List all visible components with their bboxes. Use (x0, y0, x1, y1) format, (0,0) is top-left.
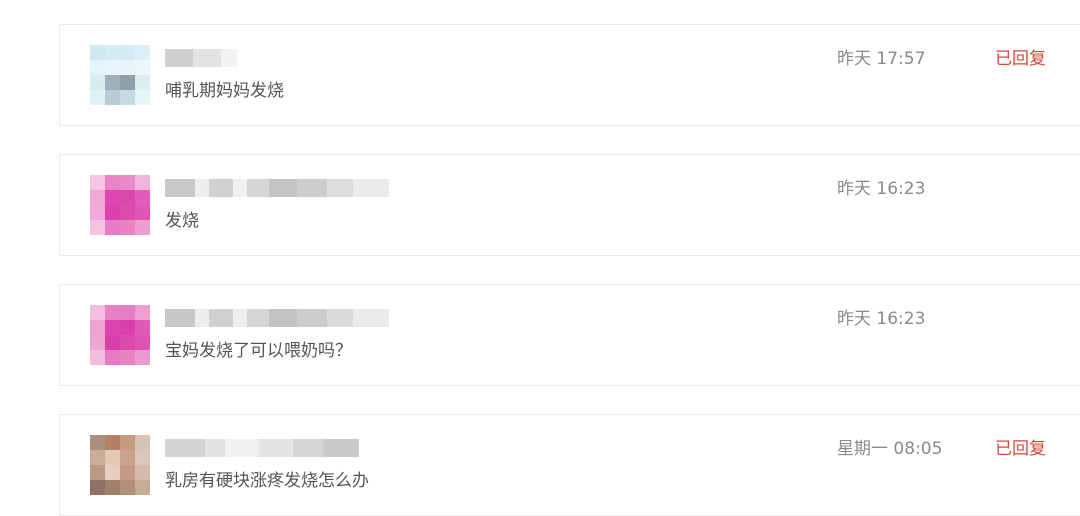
message-time: 星期一 08:05 (837, 439, 943, 459)
message-time: 昨天 17:57 (837, 49, 926, 69)
avatar[interactable] (90, 45, 150, 105)
message-text: 发烧 (165, 211, 199, 231)
message-time: 昨天 16:23 (837, 179, 926, 199)
status-badge: 已回复 (995, 439, 1046, 459)
message-text: 乳房有硬块涨疼发烧怎么办 (165, 471, 369, 491)
message-list: 哺乳期妈妈发烧 昨天 17:57 已回复 发烧 昨天 16:23 宝妈发烧了可以… (0, 0, 1080, 516)
avatar[interactable] (90, 175, 150, 235)
message-item[interactable]: 哺乳期妈妈发烧 昨天 17:57 已回复 (59, 24, 1080, 126)
message-item[interactable]: 发烧 昨天 16:23 (59, 154, 1080, 256)
message-item[interactable]: 乳房有硬块涨疼发烧怎么办 星期一 08:05 已回复 (59, 414, 1080, 516)
status-badge: 已回复 (995, 49, 1046, 69)
message-time: 昨天 16:23 (837, 309, 926, 329)
message-item[interactable]: 宝妈发烧了可以喂奶吗？ 昨天 16:23 (59, 284, 1080, 386)
message-text: 宝妈发烧了可以喂奶吗？ (165, 341, 352, 361)
avatar[interactable] (90, 435, 150, 495)
avatar[interactable] (90, 305, 150, 365)
message-text: 哺乳期妈妈发烧 (165, 81, 284, 101)
